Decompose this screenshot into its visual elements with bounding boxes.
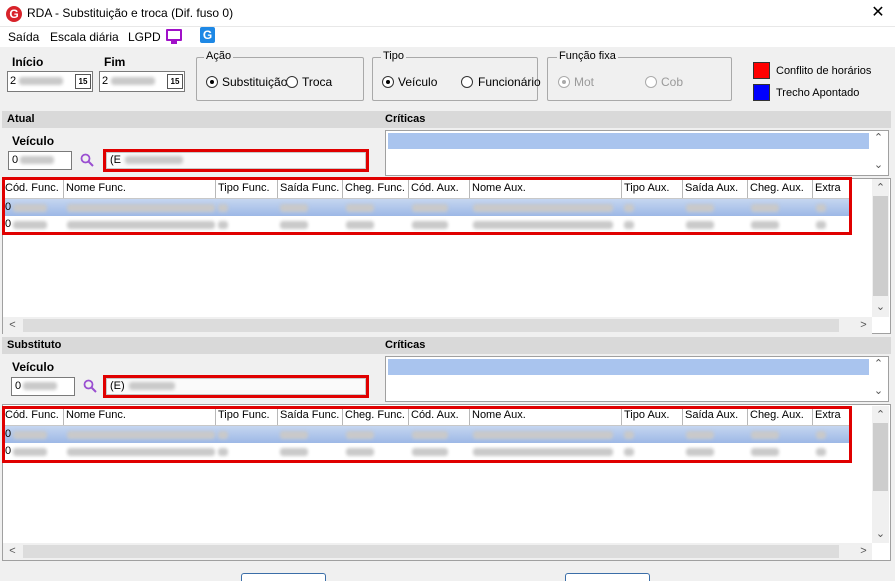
legend-trecho-swatch xyxy=(753,84,770,101)
substituto-hscroll-thumb[interactable] xyxy=(23,545,839,558)
app-logo-icon: G xyxy=(6,6,22,22)
substituto-criticas-scroll-up[interactable]: ⌃ xyxy=(870,357,887,370)
atual-section-header: Atual xyxy=(2,111,891,128)
radio-veiculo[interactable] xyxy=(382,76,394,88)
menu-item-escala-diaria[interactable]: Escala diária xyxy=(50,30,119,44)
substituto-title: Substituto xyxy=(7,339,62,351)
radio-funcionario-label: Funcionário xyxy=(478,75,541,89)
window-title: RDA - Substituição e troca (Dif. fuso 0) xyxy=(27,6,234,20)
atual-hscroll-thumb[interactable] xyxy=(23,319,839,332)
substituto-criticas-scroll-down[interactable]: ⌄ xyxy=(870,384,887,397)
fim-label: Fim xyxy=(104,55,126,69)
fim-calendar-button[interactable]: 15 xyxy=(167,74,183,89)
funcao-fixa-title: Função fixa xyxy=(557,50,618,62)
atual-veiculo-desc-value: (E xyxy=(110,154,121,166)
radio-troca-label: Troca xyxy=(302,75,333,89)
substituto-criticas-header xyxy=(388,359,869,375)
close-icon[interactable]: ✕ xyxy=(866,3,890,23)
substituto-veiculo-desc-value: (E) xyxy=(110,380,125,392)
acao-title: Ação xyxy=(204,50,234,62)
bottom-left-button[interactable] xyxy=(241,573,326,581)
inicio-label: Início xyxy=(12,55,44,69)
atual-veiculo-code-value: 0 xyxy=(12,154,19,166)
atual-veiculo-desc-field[interactable]: (E xyxy=(106,152,366,169)
g-app-icon[interactable]: G xyxy=(200,27,215,43)
substituto-section-header: Substituto xyxy=(2,337,891,354)
inicio-date-value: 2 xyxy=(10,75,17,87)
substituto-table-highlight xyxy=(2,406,852,463)
substituto-criticas-title: Críticas xyxy=(385,339,426,351)
inicio-calendar-button[interactable]: 15 xyxy=(75,74,91,89)
radio-mot[interactable] xyxy=(558,76,570,88)
atual-title: Atual xyxy=(7,113,35,125)
radio-cob[interactable] xyxy=(645,76,657,88)
radio-funcionario[interactable] xyxy=(461,76,473,88)
atual-veiculo-label: Veículo xyxy=(12,134,55,148)
atual-vscroll-down[interactable]: ⌄ xyxy=(872,300,889,313)
radio-veiculo-label: Veículo xyxy=(398,75,438,89)
substituto-veiculo-code-value: 0 xyxy=(15,380,22,392)
menu-item-saida[interactable]: Saída xyxy=(8,30,39,44)
bottom-right-button[interactable] xyxy=(565,573,650,581)
substituto-vscroll-down[interactable]: ⌄ xyxy=(872,527,889,540)
radio-cob-label: Cob xyxy=(661,75,684,89)
atual-criticas-scroll-up[interactable]: ⌃ xyxy=(870,131,887,144)
radio-troca[interactable] xyxy=(286,76,298,88)
legend-conflito-swatch xyxy=(753,62,770,79)
atual-veiculo-code-input[interactable]: 0 xyxy=(8,151,72,170)
substituto-veiculo-desc-field[interactable]: (E) xyxy=(106,378,366,395)
substituto-hscroll-left[interactable]: < xyxy=(4,545,21,557)
substituto-vscroll-up[interactable]: ⌃ xyxy=(872,408,889,421)
substituto-vscroll-thumb[interactable] xyxy=(873,423,888,491)
atual-vscroll-up[interactable]: ⌃ xyxy=(872,181,889,194)
menu-item-lgpd[interactable]: LGPD xyxy=(128,30,161,44)
legend-trecho-label: Trecho Apontado xyxy=(776,87,860,99)
radio-mot-label: Mot xyxy=(574,75,595,89)
radio-substituicao-label: Substituição xyxy=(222,75,288,89)
substituto-search-icon[interactable] xyxy=(83,379,97,393)
radio-substituicao[interactable] xyxy=(206,76,218,88)
legend-conflito-label: Conflito de horários xyxy=(776,65,872,77)
title-bar: G RDA - Substituição e troca (Dif. fuso … xyxy=(0,0,895,27)
monitor-icon[interactable] xyxy=(166,29,182,44)
substituto-veiculo-code-input[interactable]: 0 xyxy=(11,377,75,396)
menu-bar: Saída Escala diária LGPD xyxy=(0,27,895,47)
atual-hscroll-left[interactable]: < xyxy=(4,319,21,331)
atual-criticas-header xyxy=(388,133,869,149)
atual-table-highlight xyxy=(2,177,852,235)
atual-hscroll-right[interactable]: > xyxy=(855,319,872,331)
fim-date-value: 2 xyxy=(102,75,109,87)
atual-criticas-scroll-down[interactable]: ⌄ xyxy=(870,158,887,171)
atual-criticas-title: Críticas xyxy=(385,113,426,125)
substituto-hscroll-right[interactable]: > xyxy=(855,545,872,557)
tipo-title: Tipo xyxy=(381,50,406,62)
substituto-veiculo-label: Veículo xyxy=(12,360,55,374)
atual-search-icon[interactable] xyxy=(80,153,94,167)
atual-vscroll-thumb[interactable] xyxy=(873,196,888,296)
